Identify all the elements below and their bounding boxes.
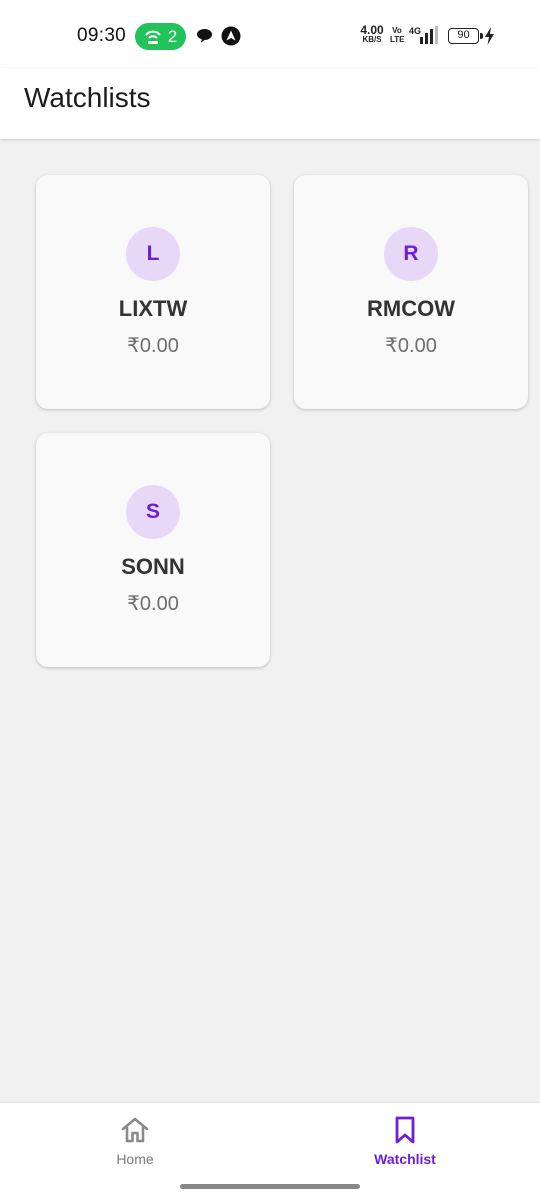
nav-label-home: Home bbox=[116, 1151, 154, 1167]
network-speed: 4.00 KB/S bbox=[358, 23, 386, 44]
status-time: 09:30 bbox=[77, 25, 127, 46]
speed-unit: KB/S bbox=[362, 35, 382, 44]
nav-item-watchlist[interactable]: Watchlist bbox=[345, 1115, 465, 1167]
volte-indicator: Vo LTE bbox=[390, 26, 405, 44]
watchlist-card[interactable]: R RMCOW ₹0.00 bbox=[294, 175, 528, 409]
hotspot-pill: 2 bbox=[135, 23, 186, 50]
signal-icon bbox=[420, 26, 438, 44]
chat-bubble-icon bbox=[197, 29, 212, 43]
charging-icon bbox=[485, 27, 494, 45]
watchlist-name: SONN bbox=[121, 554, 185, 579]
status-bar: 09:30 2 4.00 KB/S Vo LTE 4G 90 bbox=[0, 0, 540, 68]
watchlist-card[interactable]: S SONN ₹0.00 bbox=[36, 433, 270, 667]
navigation-icon bbox=[221, 26, 241, 46]
gesture-handle[interactable] bbox=[180, 1184, 360, 1189]
watchlist-value: ₹0.00 bbox=[385, 335, 437, 357]
speed-value: 4.00 bbox=[360, 23, 384, 37]
watchlist-card[interactable]: L LIXTW ₹0.00 bbox=[36, 175, 270, 409]
battery-indicator: 90 bbox=[448, 28, 483, 44]
watchlist-avatar: R bbox=[384, 227, 438, 281]
watchlist-name: RMCOW bbox=[367, 296, 455, 321]
watchlist-avatar: S bbox=[126, 485, 180, 539]
home-icon bbox=[121, 1117, 149, 1143]
hotspot-icon bbox=[144, 30, 161, 44]
app-bar: Watchlists bbox=[0, 68, 540, 139]
nav-label-watchlist: Watchlist bbox=[374, 1151, 436, 1167]
nav-item-home[interactable]: Home bbox=[75, 1115, 195, 1167]
bookmark-icon bbox=[395, 1116, 415, 1144]
hotspot-count: 2 bbox=[167, 26, 178, 46]
watchlist-name: LIXTW bbox=[118, 296, 188, 321]
watchlist-value: ₹0.00 bbox=[127, 593, 179, 615]
watchlist-avatar: L bbox=[126, 227, 180, 281]
page-title: Watchlists bbox=[24, 82, 151, 113]
watchlist-value: ₹0.00 bbox=[127, 335, 179, 357]
